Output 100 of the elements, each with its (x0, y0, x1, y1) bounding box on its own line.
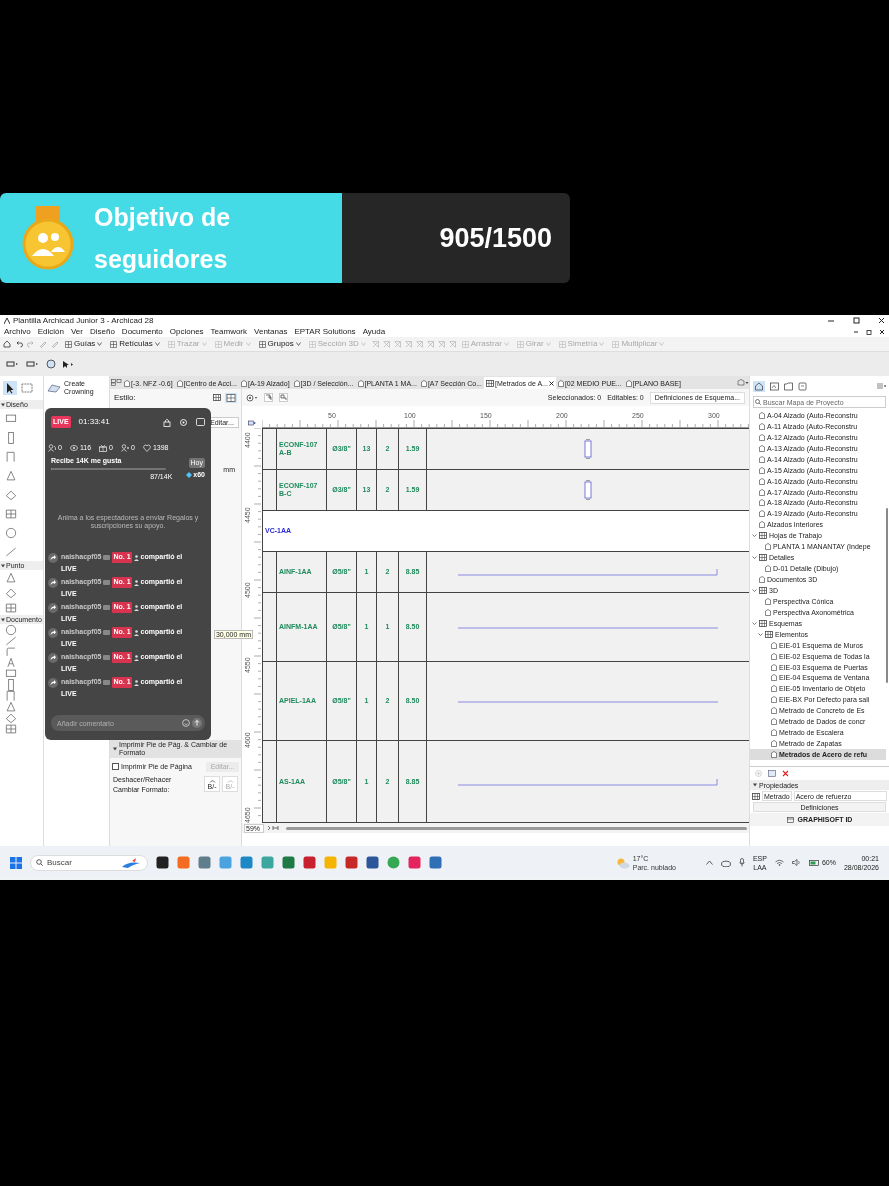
menu-item[interactable]: Edición (37, 327, 64, 336)
view-settings-icon[interactable] (768, 770, 776, 777)
app-icon[interactable] (156, 856, 169, 869)
layout-book-icon[interactable] (784, 381, 793, 391)
undo-icon[interactable] (15, 340, 23, 348)
rotate-icon[interactable] (46, 359, 56, 369)
tool-icon[interactable] (4, 525, 18, 540)
tool-icon[interactable] (4, 449, 18, 464)
toolbar-button[interactable]: Retículas (108, 338, 162, 350)
cloud-icon[interactable] (720, 858, 731, 867)
window-icon (786, 816, 794, 823)
tool-icon[interactable] (4, 506, 18, 521)
wifi-icon[interactable] (774, 859, 784, 866)
menu-item[interactable]: Archivo (4, 327, 31, 336)
menu-item[interactable]: Documento (121, 327, 163, 336)
tool-icon (65, 340, 72, 348)
microphone-icon[interactable] (738, 858, 745, 867)
pointer-icon[interactable] (62, 359, 74, 369)
scrollbar[interactable] (886, 508, 888, 683)
tool-icon[interactable] (4, 468, 18, 483)
toolbar-button[interactable]: Guías (63, 338, 105, 350)
crowning-icon (47, 383, 61, 393)
tool-icon[interactable] (4, 655, 18, 670)
marquee-icon[interactable] (21, 383, 33, 393)
minimize-icon[interactable] (853, 329, 859, 334)
lock-icon[interactable] (163, 417, 171, 427)
restore-icon[interactable] (866, 328, 872, 335)
tool-icon[interactable] (4, 721, 18, 736)
view-tool-icon[interactable] (6, 360, 20, 368)
send-icon[interactable] (192, 718, 202, 728)
level-badge-icon (103, 555, 111, 560)
tool-icon[interactable] (4, 600, 18, 615)
toolbar-button[interactable]: Grupos (256, 338, 303, 350)
speaker-icon[interactable] (791, 859, 801, 866)
caret-icon (1, 402, 5, 407)
tool-icon (308, 340, 316, 348)
tool-icon (461, 340, 469, 348)
pointer-icon[interactable] (3, 381, 17, 395)
menu-item[interactable]: Ventanas (254, 327, 288, 336)
redo-icon[interactable] (27, 340, 35, 348)
taskbar-search-field[interactable]: Buscar (30, 854, 148, 871)
table-view-icon[interactable] (213, 394, 221, 401)
ruler-origin-icon (248, 419, 256, 426)
tab-list-icon[interactable] (111, 379, 122, 386)
close-icon[interactable] (548, 380, 554, 386)
person-icon (133, 604, 139, 611)
caret-icon (113, 747, 117, 751)
caret-up-icon[interactable] (705, 860, 713, 865)
tool-icon[interactable] (4, 644, 18, 659)
screen-icon[interactable] (196, 418, 205, 426)
follower-count: 905/1500 (439, 221, 552, 255)
view-map-icon[interactable] (770, 381, 779, 391)
tool-icon[interactable] (4, 688, 18, 703)
menu-item[interactable]: Ayuda (362, 327, 386, 336)
share-icon (48, 678, 58, 688)
battery-icon[interactable] (808, 859, 820, 866)
navigation-icon[interactable] (267, 825, 279, 831)
home-icon[interactable] (3, 340, 11, 348)
style-label: Estilo: (114, 393, 136, 402)
maximize-icon[interactable] (853, 317, 860, 324)
tool-icon (258, 340, 266, 348)
app-logo-icon (4, 317, 10, 324)
checkbox[interactable] (112, 763, 119, 770)
menu-item[interactable]: Teamwork (210, 327, 248, 336)
share-icon (48, 578, 58, 588)
project-map-icon[interactable] (753, 380, 765, 392)
view-tool-icon[interactable] (26, 360, 40, 368)
tool-icon (214, 340, 222, 348)
windows-logo-icon[interactable] (10, 856, 22, 869)
menu-item[interactable]: EPTAR Solutions (294, 327, 356, 336)
minimize-icon[interactable] (827, 317, 835, 324)
grid-view-icon[interactable] (225, 392, 237, 403)
chevron-down-icon (752, 555, 757, 561)
settings-icon[interactable] (179, 417, 188, 427)
tool-icon[interactable] (4, 570, 18, 585)
level-badge-icon (103, 580, 111, 585)
menu-item[interactable]: Diseño (89, 327, 115, 336)
frame-icon[interactable] (264, 393, 273, 402)
settings-icon[interactable] (246, 393, 258, 402)
close-icon[interactable] (878, 317, 885, 324)
frame-icon[interactable] (279, 393, 288, 402)
emoji-icon[interactable] (182, 719, 190, 727)
menu-item[interactable]: Ver (70, 327, 83, 336)
close-icon[interactable] (879, 328, 885, 335)
person-icon (133, 554, 139, 561)
tool-icon (612, 340, 620, 348)
view-menu-icon[interactable] (737, 379, 749, 386)
publisher-icon[interactable] (798, 381, 807, 391)
tool-icon[interactable] (4, 699, 18, 714)
menu-item[interactable]: Opciones (169, 327, 204, 336)
tool-icon[interactable] (4, 622, 18, 637)
chevron-down-icon (752, 533, 757, 539)
caret-icon (295, 342, 301, 346)
stirrup-drawing (582, 437, 594, 460)
person-add-icon (121, 444, 129, 452)
delete-icon[interactable] (782, 770, 789, 777)
app-icon[interactable] (366, 856, 379, 869)
scrollbar[interactable] (286, 826, 747, 830)
level-badge-icon (103, 655, 111, 660)
folder-icon (759, 619, 767, 627)
